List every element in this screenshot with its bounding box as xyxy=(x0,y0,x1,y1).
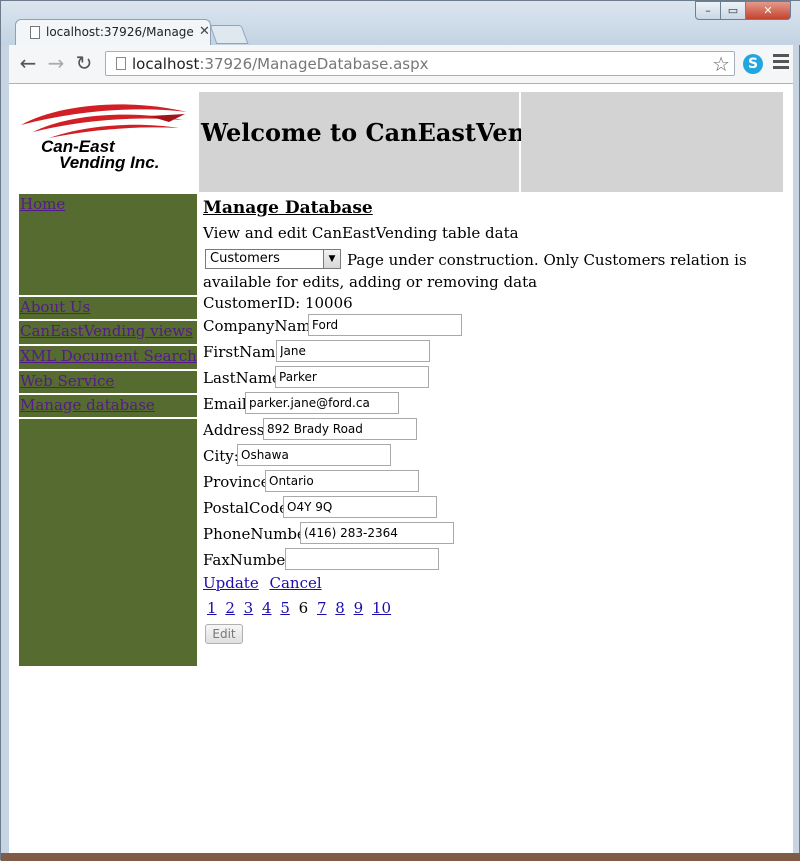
page-viewport: Can-East Vending Inc. Welcome to CanEast… xyxy=(9,84,793,853)
browser-window: localhost:37926/ManageD ✕ – ▭ ✕ ← → ↻ lo… xyxy=(0,0,800,861)
banner-right xyxy=(521,92,783,192)
city-label: City: xyxy=(203,447,239,465)
chevron-down-icon[interactable]: ▼ xyxy=(323,250,340,268)
back-arrow-icon[interactable]: ← xyxy=(17,53,39,75)
first-name-field[interactable] xyxy=(276,340,430,362)
company-name-field[interactable] xyxy=(308,314,462,336)
sidebar-item-web-service[interactable]: Web Service xyxy=(19,369,197,393)
window-controls: – ▭ ✕ xyxy=(695,1,795,21)
sidebar-link-web-service[interactable]: Web Service xyxy=(20,372,114,390)
customer-id-value: 10006 xyxy=(304,294,353,312)
sidebar-item-views[interactable]: CanEastVending views xyxy=(19,319,197,343)
edit-button[interactable]: Edit xyxy=(205,624,243,644)
form-actions: Update Cancel xyxy=(203,574,328,592)
page-link[interactable]: 1 xyxy=(207,599,217,617)
fax-number-label: FaxNumber: xyxy=(203,551,298,569)
relation-select[interactable]: Customers ▼ xyxy=(205,249,341,269)
page-link[interactable]: 9 xyxy=(354,599,364,617)
sidebar-item-about[interactable]: About Us xyxy=(19,295,197,319)
reload-icon[interactable]: ↻ xyxy=(73,53,95,75)
sidebar-link-home[interactable]: Home xyxy=(20,195,65,213)
province-field[interactable] xyxy=(265,470,419,492)
skype-extension-icon[interactable]: S xyxy=(743,54,763,74)
section-heading: Manage Database xyxy=(203,198,373,218)
last-name-field[interactable] xyxy=(275,366,429,388)
postal-code-label: PostalCode: xyxy=(203,499,294,517)
address-bar[interactable]: localhost:37926/ManageDatabase.aspx ☆ xyxy=(105,51,735,76)
tab-title: localhost:37926/ManageD xyxy=(46,25,194,39)
city-field[interactable] xyxy=(237,444,391,466)
company-logo: Can-East Vending Inc. xyxy=(19,92,199,192)
forward-arrow-icon[interactable]: → xyxy=(45,53,67,75)
sidebar-link-manage-db[interactable]: Manage database xyxy=(20,396,155,414)
url-text: localhost:37926/ManageDatabase.aspx xyxy=(132,55,429,73)
title-bar: localhost:37926/ManageD ✕ – ▭ ✕ xyxy=(1,1,800,45)
province-label: Province: xyxy=(203,473,275,491)
page-link[interactable]: 2 xyxy=(225,599,235,617)
sidebar-link-about[interactable]: About Us xyxy=(20,298,90,316)
section-subheading: View and edit CanEastVending table data xyxy=(203,224,519,242)
minimize-button[interactable]: – xyxy=(695,1,721,20)
bookmark-star-icon[interactable]: ☆ xyxy=(712,52,730,76)
sidebar-link-xml-search[interactable]: XML Document Search xyxy=(20,347,197,365)
close-window-button[interactable]: ✕ xyxy=(745,1,791,20)
menu-icon[interactable] xyxy=(773,54,789,72)
page-link[interactable]: 4 xyxy=(262,599,272,617)
sidebar-item-home[interactable]: Home xyxy=(19,194,197,294)
update-link[interactable]: Update xyxy=(203,574,259,592)
browser-toolbar: ← → ↻ localhost:37926/ManageDatabase.asp… xyxy=(9,45,793,84)
new-tab-button[interactable] xyxy=(209,25,249,44)
cancel-link[interactable]: Cancel xyxy=(269,574,321,592)
page-link[interactable]: 5 xyxy=(280,599,290,617)
relation-select-value: Customers xyxy=(210,251,280,266)
page-link[interactable]: 8 xyxy=(335,599,345,617)
last-name-label: LastName: xyxy=(203,369,286,387)
customer-id: CustomerID: 10006 xyxy=(203,294,353,312)
sidebar-item-manage-db[interactable]: Manage database xyxy=(19,393,197,419)
browser-tab[interactable]: localhost:37926/ManageD ✕ xyxy=(15,19,211,45)
page-icon xyxy=(116,57,126,70)
company-name-label: CompanyName: xyxy=(203,317,325,335)
page-icon xyxy=(30,26,40,39)
sidebar-item-xml-search[interactable]: XML Document Search xyxy=(19,344,197,368)
postal-code-field[interactable] xyxy=(283,496,437,518)
sidebar-link-views[interactable]: CanEastVending views xyxy=(20,322,193,340)
page-link[interactable]: 7 xyxy=(317,599,327,617)
email-field[interactable] xyxy=(245,392,399,414)
url-host: localhost xyxy=(132,55,200,73)
pager: 1 2 3 4 5 6 7 8 9 10 xyxy=(207,599,395,617)
logo-swoosh-icon: Can-East Vending Inc. xyxy=(21,104,187,172)
url-path: :37926/ManageDatabase.aspx xyxy=(199,55,429,73)
logo-text-2: Vending Inc. xyxy=(59,153,159,172)
maximize-button[interactable]: ▭ xyxy=(720,1,746,20)
close-tab-icon[interactable]: ✕ xyxy=(199,24,210,39)
welcome-banner: Welcome to CanEastVending xyxy=(199,92,585,192)
page-link[interactable]: 10 xyxy=(372,599,391,617)
page-link[interactable]: 3 xyxy=(244,599,254,617)
address-field[interactable] xyxy=(263,418,417,440)
phone-number-field[interactable] xyxy=(300,522,454,544)
current-page: 6 xyxy=(298,599,309,617)
sidebar: Home About Us CanEastVending views XML D… xyxy=(19,194,197,666)
address-label: Address: xyxy=(203,421,270,439)
fax-number-field[interactable] xyxy=(285,548,439,570)
customer-id-label: CustomerID: xyxy=(203,294,301,312)
